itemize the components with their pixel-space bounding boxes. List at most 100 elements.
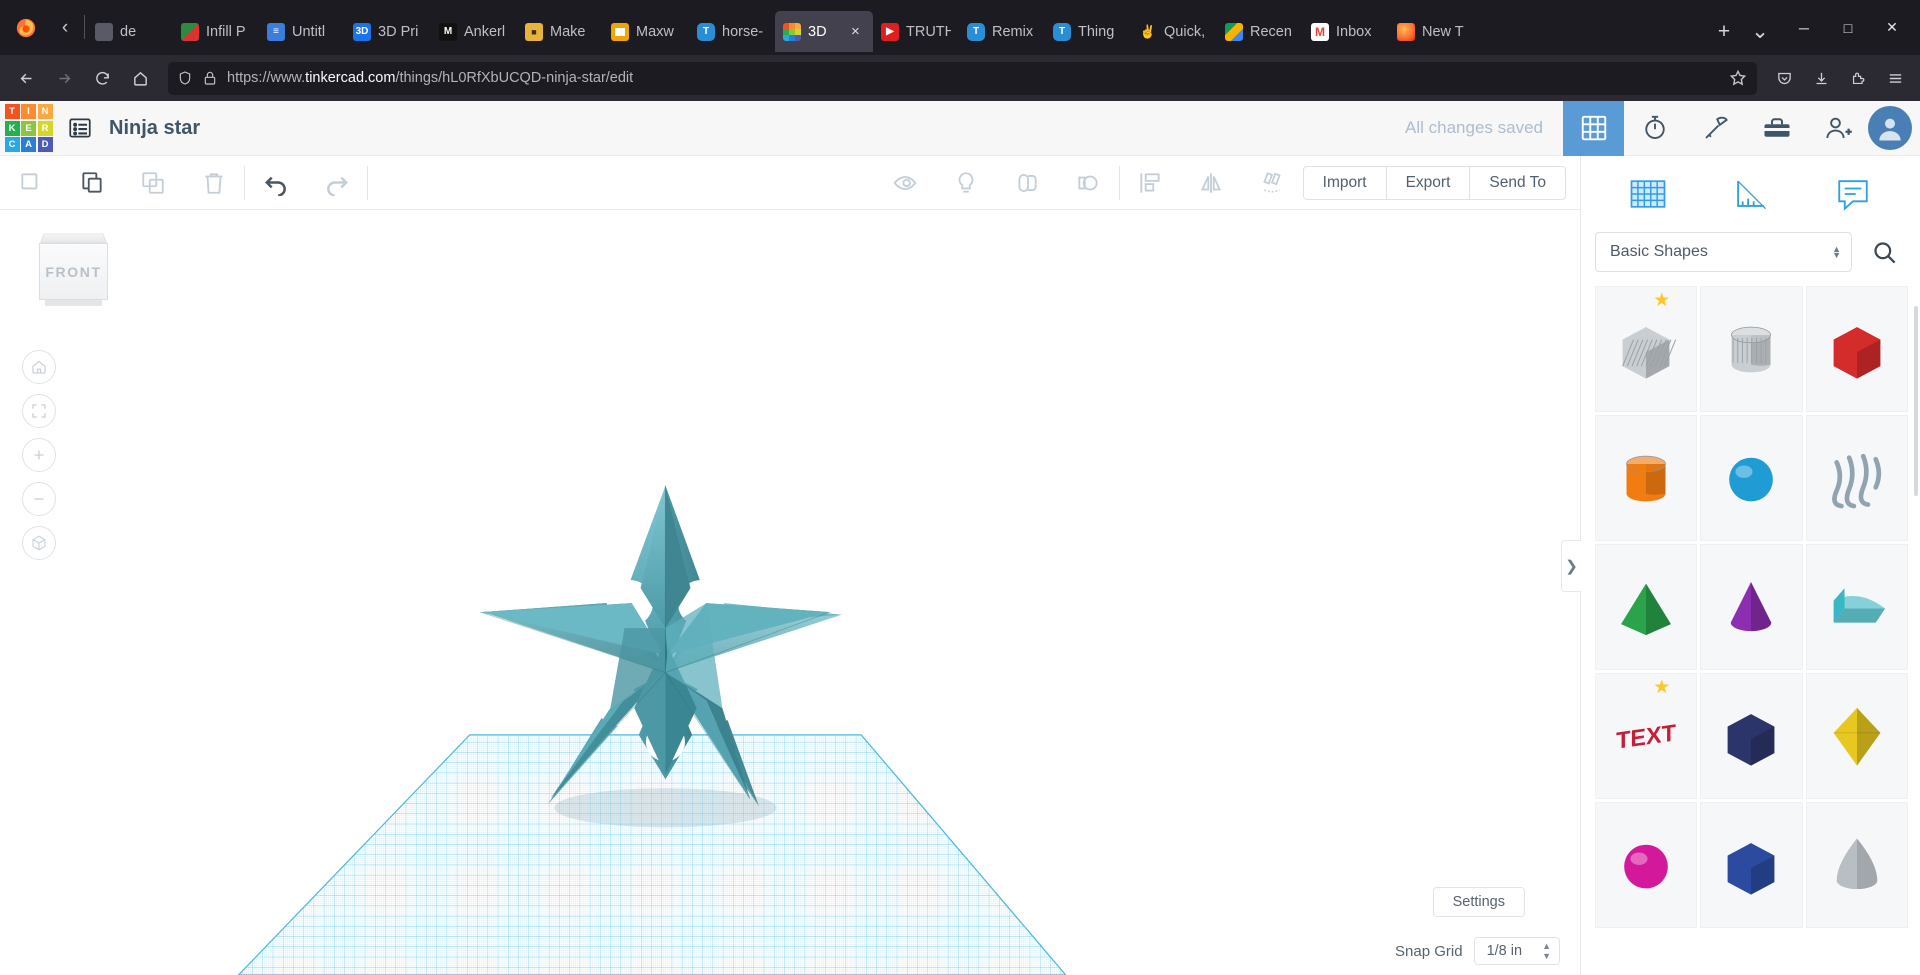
chevron-updown-icon: ▲▼ <box>1832 246 1841 258</box>
snap-grid-label: Snap Grid <box>1395 943 1463 960</box>
grid-view-icon[interactable] <box>1563 101 1624 156</box>
app-menu-icon[interactable] <box>1878 61 1912 95</box>
shape-item[interactable] <box>1806 802 1908 928</box>
browser-tab[interactable]: Infill P <box>173 11 259 52</box>
workplane-grid <box>238 735 1065 975</box>
duplicate-icon[interactable] <box>122 156 183 210</box>
shape-item[interactable] <box>1595 802 1697 928</box>
align-tools-group <box>1120 156 1303 210</box>
close-window-button[interactable]: ✕ <box>1870 0 1914 55</box>
home-button[interactable] <box>122 61 158 95</box>
new-tab-button[interactable]: + <box>1706 11 1742 52</box>
tinkercad-header: TINKERCAD Ninja star All changes saved <box>0 101 1920 156</box>
ruler-panel-icon[interactable] <box>1719 168 1781 220</box>
browser-tab[interactable]: Thorse- <box>689 11 775 52</box>
pocket-save-icon[interactable] <box>1767 61 1801 95</box>
browser-tab[interactable]: 3D× <box>775 11 873 52</box>
forward-button[interactable] <box>46 61 82 95</box>
shape-item[interactable]: ★TEXT <box>1595 673 1697 799</box>
show-hide-icon[interactable] <box>875 156 936 210</box>
browser-tab[interactable]: 3D3D Pri <box>345 11 431 52</box>
delete-icon[interactable] <box>183 156 244 210</box>
export-button[interactable]: Export <box>1386 166 1470 200</box>
tinkercad-logo[interactable]: TINKERCAD <box>0 101 57 156</box>
align-icon[interactable] <box>1120 156 1181 210</box>
shape-category-value: Basic Shapes <box>1610 243 1708 261</box>
browser-tab[interactable]: Recen <box>1217 11 1303 52</box>
browser-tab[interactable]: de <box>87 11 173 52</box>
svg-text:TEXT: TEXT <box>1616 719 1676 753</box>
send-to-button[interactable]: Send To <box>1469 166 1566 200</box>
project-menu-button[interactable] <box>57 101 103 156</box>
url-bar[interactable]: https://www.tinkercad.com/things/hL0RfXb… <box>168 62 1757 95</box>
chevron-updown-icon: ▲▼ <box>1542 941 1551 961</box>
header-icon-group <box>1563 101 1920 156</box>
group-icon[interactable] <box>997 156 1058 210</box>
shapes-panel-icon[interactable] <box>1617 168 1679 220</box>
panel-collapse-toggle[interactable]: ❯ <box>1561 540 1581 592</box>
browser-tab[interactable]: New T <box>1389 11 1475 52</box>
browser-tab[interactable]: MInbox <box>1303 11 1389 52</box>
minimize-button[interactable]: ─ <box>1782 0 1826 55</box>
notes-panel-icon[interactable] <box>1822 168 1884 220</box>
shapes-panel: ❯ Basic Shapes ▲▼ <box>1580 156 1920 975</box>
url-domain: tinkercad.com <box>305 70 395 86</box>
avatar[interactable] <box>1868 106 1912 150</box>
redo-icon[interactable] <box>306 156 367 210</box>
copy-icon[interactable] <box>0 156 61 210</box>
maxwell-icon <box>611 23 629 41</box>
ungroup-icon[interactable] <box>1058 156 1119 210</box>
browser-tab[interactable]: TRemix <box>959 11 1045 52</box>
shape-item[interactable] <box>1700 286 1802 412</box>
tab-label: Recen <box>1250 24 1292 40</box>
ruler-icon[interactable] <box>1242 156 1303 210</box>
shape-item[interactable] <box>1700 415 1802 541</box>
reload-button[interactable] <box>84 61 120 95</box>
back-button[interactable] <box>8 61 44 95</box>
thingiverse-icon: T <box>967 23 985 41</box>
shape-item[interactable]: ★ <box>1595 286 1697 412</box>
shape-item[interactable] <box>1595 544 1697 670</box>
downloads-icon[interactable] <box>1804 61 1838 95</box>
shape-item[interactable] <box>1806 544 1908 670</box>
build-icon[interactable] <box>1685 101 1746 156</box>
3d-viewport[interactable]: FRONT <box>0 210 1580 975</box>
maximize-button[interactable]: □ <box>1826 0 1870 55</box>
paste-icon[interactable] <box>61 156 122 210</box>
browser-tab[interactable]: Maxw <box>603 11 689 52</box>
shape-item[interactable] <box>1806 415 1908 541</box>
browser-tab[interactable]: ■Make <box>517 11 603 52</box>
settings-button[interactable]: Settings <box>1433 887 1525 917</box>
shape-item[interactable] <box>1806 286 1908 412</box>
close-tab-icon[interactable]: × <box>851 23 865 40</box>
shape-item[interactable] <box>1700 544 1802 670</box>
shape-category-select[interactable]: Basic Shapes ▲▼ <box>1595 232 1852 272</box>
browser-tab[interactable]: ▶TRUTH <box>873 11 959 52</box>
add-person-icon[interactable] <box>1807 101 1868 156</box>
browser-tab[interactable]: ≡Untitl <box>259 11 345 52</box>
toolbox-icon[interactable] <box>1746 101 1807 156</box>
bookmark-star-icon[interactable] <box>1728 68 1748 88</box>
light-icon[interactable] <box>936 156 997 210</box>
search-icon[interactable] <box>1862 232 1906 272</box>
shape-item[interactable] <box>1595 415 1697 541</box>
snap-grid-select[interactable]: 1/8 in ▲▼ <box>1474 937 1560 965</box>
shape-item[interactable] <box>1806 673 1908 799</box>
panel-scrollbar[interactable] <box>1914 306 1918 496</box>
shape-item[interactable] <box>1700 673 1802 799</box>
list-all-tabs-button[interactable]: ⌄ <box>1742 11 1778 52</box>
extensions-icon[interactable] <box>1841 61 1875 95</box>
shape-item[interactable] <box>1700 802 1802 928</box>
import-button[interactable]: Import <box>1303 166 1386 200</box>
browser-tab[interactable]: ✌Quick, <box>1131 11 1217 52</box>
history-tools-group <box>245 156 367 210</box>
browser-tab[interactable]: MAnkerl <box>431 11 517 52</box>
logo-tile: C <box>5 137 20 152</box>
simulator-icon[interactable] <box>1624 101 1685 156</box>
undo-icon[interactable] <box>245 156 306 210</box>
tab-scroll-left-button[interactable]: ‹ <box>48 0 82 55</box>
mirror-icon[interactable] <box>1181 156 1242 210</box>
ninja-star-model[interactable] <box>0 210 1580 975</box>
browser-tab[interactable]: TThing <box>1045 11 1131 52</box>
gmail-icon: M <box>1311 23 1329 41</box>
